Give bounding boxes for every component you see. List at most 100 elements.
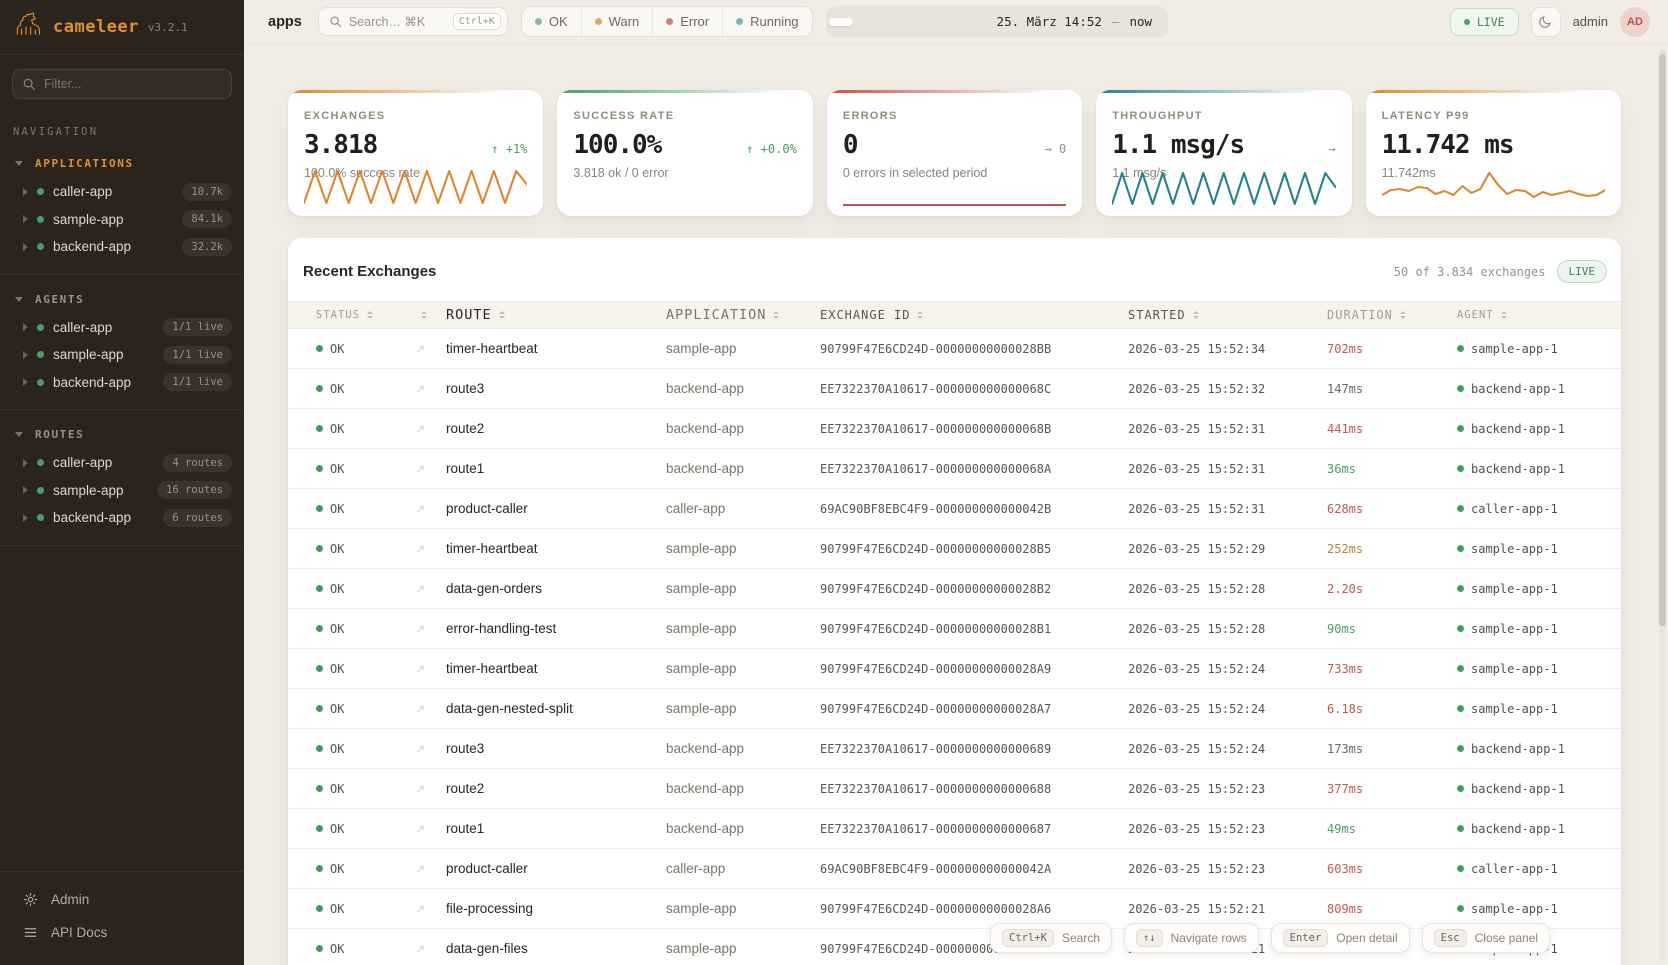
row-open-link[interactable]: ↗ bbox=[402, 742, 438, 756]
sidebar-sections: APPLICATIONS caller-app 10.7k sample-app… bbox=[0, 148, 244, 555]
row-agent: sample-app-1 bbox=[1449, 622, 1621, 636]
row-open-link[interactable]: ↗ bbox=[402, 822, 438, 836]
sidebar-item[interactable]: backend-app 32.2k bbox=[0, 233, 244, 261]
row-open-link[interactable]: ↗ bbox=[402, 422, 438, 436]
table-row[interactable]: OK ↗ route1 backend-app EE7322370A10617-… bbox=[288, 809, 1621, 849]
theme-toggle-button[interactable] bbox=[1531, 7, 1561, 37]
column-header-started[interactable]: STARTED bbox=[1120, 308, 1319, 322]
table-row[interactable]: OK ↗ route3 backend-app EE7322370A10617-… bbox=[288, 729, 1621, 769]
status-filter-button[interactable]: Running bbox=[722, 7, 811, 36]
time-range-button[interactable] bbox=[933, 18, 957, 26]
date-range-display[interactable]: 25. März 14:52 — now bbox=[983, 14, 1165, 29]
ok-status-dot-icon bbox=[316, 425, 323, 432]
column-header-exchange-id[interactable]: EXCHANGE ID bbox=[812, 308, 1120, 322]
external-link-icon: ↗ bbox=[415, 822, 425, 836]
sidebar-section-header[interactable]: APPLICATIONS bbox=[0, 148, 244, 178]
row-open-link[interactable]: ↗ bbox=[402, 622, 438, 636]
table-row[interactable]: OK ↗ timer-heartbeat sample-app 90799F47… bbox=[288, 529, 1621, 569]
row-open-link[interactable]: ↗ bbox=[402, 462, 438, 476]
live-toggle[interactable]: LIVE bbox=[1450, 8, 1519, 36]
row-open-link[interactable]: ↗ bbox=[402, 502, 438, 516]
sidebar-footer-item[interactable]: Admin bbox=[0, 883, 244, 916]
global-search-input[interactable]: Search… ⌘K Ctrl+K bbox=[318, 7, 508, 36]
status-dot-icon bbox=[666, 18, 673, 25]
row-agent: backend-app-1 bbox=[1449, 422, 1621, 436]
sidebar-section-header[interactable]: AGENTS bbox=[0, 284, 244, 314]
row-open-link[interactable]: ↗ bbox=[402, 662, 438, 676]
row-application: caller-app bbox=[658, 501, 812, 516]
table-row[interactable]: OK ↗ data-gen-nested-split sample-app 90… bbox=[288, 689, 1621, 729]
shortcut-label: Search bbox=[1062, 931, 1100, 945]
sidebar-footer-item[interactable]: API Docs bbox=[0, 916, 244, 949]
time-range-button[interactable] bbox=[829, 18, 853, 26]
stat-delta: ↑ +0.0% bbox=[746, 142, 797, 156]
row-open-link[interactable]: ↗ bbox=[402, 702, 438, 716]
column-header-duration[interactable]: DURATION bbox=[1319, 308, 1449, 322]
row-open-link[interactable]: ↗ bbox=[402, 942, 438, 956]
row-route: timer-heartbeat bbox=[438, 661, 658, 676]
table-row[interactable]: OK ↗ route2 backend-app EE7322370A10617-… bbox=[288, 409, 1621, 449]
external-link-icon: ↗ bbox=[415, 622, 425, 636]
row-open-link[interactable]: ↗ bbox=[402, 862, 438, 876]
column-header-route[interactable]: ROUTE bbox=[438, 307, 658, 323]
column-header-link[interactable] bbox=[402, 311, 438, 319]
sidebar-item[interactable]: backend-app 6 routes bbox=[0, 504, 244, 532]
agent-status-dot-icon bbox=[1457, 625, 1464, 632]
row-exchange-id: 69AC90BF8EBC4F9-000000000000042B bbox=[812, 502, 1120, 516]
status-filter-button[interactable]: Warn bbox=[581, 7, 653, 36]
search-placeholder: Search… ⌘K bbox=[349, 14, 425, 29]
row-open-link[interactable]: ↗ bbox=[402, 382, 438, 396]
row-open-link[interactable]: ↗ bbox=[402, 582, 438, 596]
shortcut-key: Esc bbox=[1434, 929, 1467, 947]
column-header-status[interactable]: STATUS bbox=[288, 309, 402, 321]
agent-status-dot-icon bbox=[1457, 705, 1464, 712]
table-row[interactable]: OK ↗ data-gen-orders sample-app 90799F47… bbox=[288, 569, 1621, 609]
row-agent: sample-app-1 bbox=[1449, 902, 1621, 916]
time-range-button[interactable] bbox=[959, 18, 983, 26]
row-status: OK bbox=[288, 582, 402, 596]
status-filter-button[interactable]: Error bbox=[652, 7, 722, 36]
avatar[interactable]: AD bbox=[1620, 7, 1650, 37]
table-row[interactable]: OK ↗ route2 backend-app EE7322370A10617-… bbox=[288, 769, 1621, 809]
row-open-link[interactable]: ↗ bbox=[402, 542, 438, 556]
sidebar-item[interactable]: sample-app 1/1 live bbox=[0, 341, 244, 369]
search-kbd-hint: Ctrl+K bbox=[453, 13, 501, 30]
table-row[interactable]: OK ↗ product-caller caller-app 69AC90BF8… bbox=[288, 849, 1621, 889]
row-open-link[interactable]: ↗ bbox=[402, 342, 438, 356]
row-application: caller-app bbox=[658, 861, 812, 876]
row-duration: 6.18s bbox=[1319, 702, 1449, 716]
ok-status-dot-icon bbox=[316, 865, 323, 872]
table-row[interactable]: OK ↗ timer-heartbeat sample-app 90799F47… bbox=[288, 329, 1621, 369]
app-logo[interactable]: cameleer v3.2.1 bbox=[0, 0, 244, 55]
sidebar-section-header[interactable]: ROUTES bbox=[0, 419, 244, 449]
table-row[interactable]: OK ↗ timer-heartbeat sample-app 90799F47… bbox=[288, 649, 1621, 689]
sidebar-item[interactable]: caller-app 4 routes bbox=[0, 449, 244, 477]
table-row[interactable]: OK ↗ error-handling-test sample-app 9079… bbox=[288, 609, 1621, 649]
time-range-button[interactable] bbox=[855, 18, 879, 26]
external-link-icon: ↗ bbox=[415, 902, 425, 916]
row-open-link[interactable]: ↗ bbox=[402, 902, 438, 916]
sidebar-item-badge: 16 routes bbox=[157, 481, 232, 499]
column-header-agent[interactable]: AGENT bbox=[1449, 309, 1621, 321]
table-row[interactable]: OK ↗ route1 backend-app EE7322370A10617-… bbox=[288, 449, 1621, 489]
scrollbar-thumb[interactable] bbox=[1659, 54, 1666, 626]
table-row[interactable]: OK ↗ route3 backend-app EE7322370A10617-… bbox=[288, 369, 1621, 409]
vertical-scrollbar[interactable] bbox=[1659, 48, 1666, 961]
recent-exchanges-card: Recent Exchanges 50 of 3.834 exchanges L… bbox=[288, 238, 1621, 965]
sparkline-chart bbox=[1112, 167, 1335, 209]
sidebar-item[interactable]: caller-app 10.7k bbox=[0, 178, 244, 206]
sidebar-section-label: ROUTES bbox=[35, 428, 84, 441]
status-filter-button[interactable]: OK bbox=[522, 7, 581, 36]
column-header-application[interactable]: APPLICATION bbox=[658, 307, 812, 323]
sidebar-item[interactable]: sample-app 84.1k bbox=[0, 206, 244, 234]
time-range-button[interactable] bbox=[881, 18, 905, 26]
row-duration: 603ms bbox=[1319, 862, 1449, 876]
row-open-link[interactable]: ↗ bbox=[402, 782, 438, 796]
filter-input[interactable] bbox=[12, 69, 232, 99]
time-range-button[interactable] bbox=[907, 18, 931, 26]
sidebar-item[interactable]: sample-app 16 routes bbox=[0, 477, 244, 505]
sidebar-item[interactable]: caller-app 1/1 live bbox=[0, 314, 244, 342]
table-row[interactable]: OK ↗ product-caller caller-app 69AC90BF8… bbox=[288, 489, 1621, 529]
row-status: OK bbox=[288, 342, 402, 356]
sidebar-item[interactable]: backend-app 1/1 live bbox=[0, 369, 244, 397]
